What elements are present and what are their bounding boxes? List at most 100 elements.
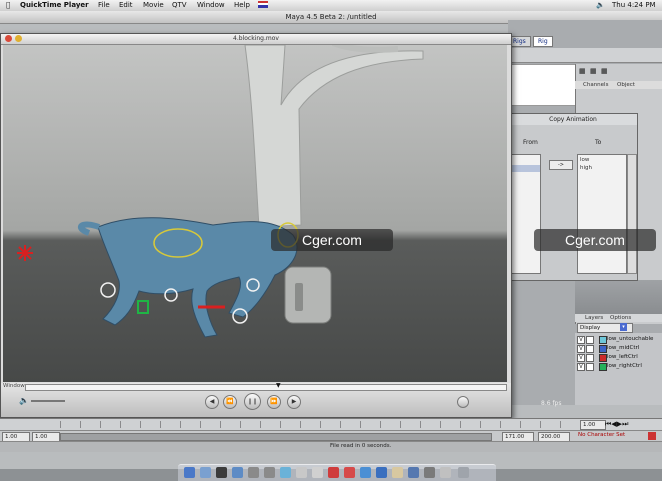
computer-prop	[284, 266, 332, 324]
template-checkbox[interactable]	[586, 345, 594, 353]
app-icon[interactable]	[200, 467, 211, 478]
template-checkbox[interactable]	[586, 336, 594, 344]
dialog-title: Copy Animation	[509, 114, 637, 125]
apple-icon[interactable]: 	[6, 0, 10, 11]
to-item[interactable]: low	[580, 157, 589, 163]
menu-qtv[interactable]: QTV	[172, 0, 187, 11]
qt-title-bar: 4.blocking.mov	[1, 34, 511, 45]
menu-file[interactable]: File	[98, 0, 110, 11]
to-list[interactable]: low high	[577, 154, 627, 274]
channel-icon[interactable]: ▦	[579, 67, 586, 75]
tab-object[interactable]: Object	[617, 81, 635, 89]
minimize-icon[interactable]	[15, 35, 22, 42]
attribute-area	[575, 280, 662, 314]
app-icon[interactable]	[424, 467, 435, 478]
layer-row[interactable]: V low_leftCtrl	[577, 353, 661, 362]
volume-icon[interactable]: 🔈	[19, 396, 29, 405]
current-frame-field[interactable]: 1.00	[580, 420, 606, 430]
app-icon[interactable]	[264, 467, 275, 478]
layer-color-swatch[interactable]	[599, 354, 607, 362]
template-checkbox[interactable]	[586, 363, 594, 371]
app-icon[interactable]	[360, 467, 371, 478]
character-set-select[interactable]: No Character Set	[578, 432, 625, 438]
layers-header: Layers Options	[575, 314, 662, 322]
app-icon[interactable]	[328, 467, 339, 478]
forward-step-icon[interactable]: ▶	[287, 395, 301, 409]
visibility-checkbox[interactable]: V	[577, 345, 585, 353]
watermark: Cger.com	[534, 229, 656, 251]
from-list[interactable]	[511, 154, 541, 274]
fps-readout: 8.6 fps	[541, 400, 562, 407]
layer-color-swatch[interactable]	[599, 336, 607, 344]
to-item[interactable]: high	[580, 165, 592, 171]
from-label: From	[523, 139, 538, 146]
clock[interactable]: Thu 4:24 PM	[612, 0, 656, 11]
layer-row[interactable]: V low_midCtrl	[577, 344, 661, 353]
fast-forward-icon[interactable]: ⏩	[267, 395, 281, 409]
app-menu[interactable]: QuickTime Player	[20, 0, 89, 11]
app-icon[interactable]	[392, 467, 403, 478]
app-icon[interactable]	[248, 467, 259, 478]
playback-scrubber[interactable]: ▼	[25, 383, 507, 391]
volume-slider[interactable]	[31, 400, 65, 402]
visibility-checkbox[interactable]: V	[577, 354, 585, 362]
tab-rig[interactable]: Rig	[533, 36, 553, 47]
tree-trunk	[244, 45, 424, 228]
from-selected-item[interactable]	[512, 165, 540, 172]
creature-tail	[77, 221, 101, 236]
timeline-ticks	[60, 421, 580, 428]
foot-control	[137, 300, 149, 314]
layout-icon[interactable]: ▦	[590, 67, 597, 75]
layer-mode-value: Display	[580, 325, 601, 331]
tab-layers[interactable]: Layers	[585, 314, 603, 322]
app-icon[interactable]	[296, 467, 307, 478]
range-bar[interactable]	[60, 433, 492, 441]
copy-arrow-button[interactable]: ->	[549, 160, 573, 170]
resize-icon[interactable]	[457, 396, 469, 408]
video-frame[interactable]	[3, 45, 507, 382]
playhead-icon[interactable]: ▼	[276, 383, 281, 389]
layer-color-swatch[interactable]	[599, 363, 607, 371]
finder-icon[interactable]	[184, 467, 195, 478]
playback-controls[interactable]: ⏮◀▶⏭	[605, 420, 628, 429]
shelf	[508, 48, 662, 63]
dock	[178, 464, 496, 481]
back-step-icon[interactable]: ◀	[205, 395, 219, 409]
outliner-panel	[508, 64, 576, 106]
close-icon[interactable]	[5, 35, 12, 42]
visibility-checkbox[interactable]: V	[577, 363, 585, 371]
dialog-scrollbar[interactable]	[627, 154, 637, 274]
channel-box-header: Channels Object	[575, 81, 662, 89]
tab-options[interactable]: Options	[610, 314, 631, 322]
auto-key-icon[interactable]	[648, 432, 656, 440]
app-icon[interactable]	[216, 467, 227, 478]
menu-help[interactable]: Help	[234, 0, 250, 11]
tab-channels[interactable]: Channels	[583, 81, 608, 89]
grid-icon[interactable]: ▦	[601, 67, 608, 75]
locator-icon	[17, 245, 33, 261]
menu-movie[interactable]: Movie	[143, 0, 164, 11]
pause-icon[interactable]: ❙❙	[244, 393, 261, 410]
app-icon[interactable]	[376, 467, 387, 478]
layer-row[interactable]: V low_rightCtrl	[577, 362, 661, 371]
layer-color-swatch[interactable]	[599, 345, 607, 353]
quicktime-window: 4.blocking.mov Window ▼ 🔈 ◀ ⏪ ❙❙ ⏩ ▶	[0, 33, 512, 418]
layer-row[interactable]: V low_untouchable	[577, 335, 661, 344]
app-icon[interactable]	[280, 467, 291, 478]
trash-icon[interactable]	[458, 467, 469, 478]
layer-list: V low_untouchable V low_midCtrl V low_le…	[575, 333, 662, 405]
menu-edit[interactable]: Edit	[119, 0, 133, 11]
visibility-checkbox[interactable]: V	[577, 336, 585, 344]
menu-window[interactable]: Window	[197, 0, 225, 11]
app-icon[interactable]	[440, 467, 451, 478]
volume-icon[interactable]: 🔈	[596, 0, 605, 11]
app-icon[interactable]	[312, 467, 323, 478]
command-line[interactable]: File read in 0 seconds.	[0, 441, 662, 452]
dropdown-arrow-icon[interactable]: ▾	[620, 323, 627, 331]
app-icon[interactable]	[344, 467, 355, 478]
app-icon[interactable]	[232, 467, 243, 478]
app-icon[interactable]	[408, 467, 419, 478]
template-checkbox[interactable]	[586, 354, 594, 362]
rewind-icon[interactable]: ⏪	[223, 395, 237, 409]
flag-icon[interactable]	[258, 1, 268, 8]
